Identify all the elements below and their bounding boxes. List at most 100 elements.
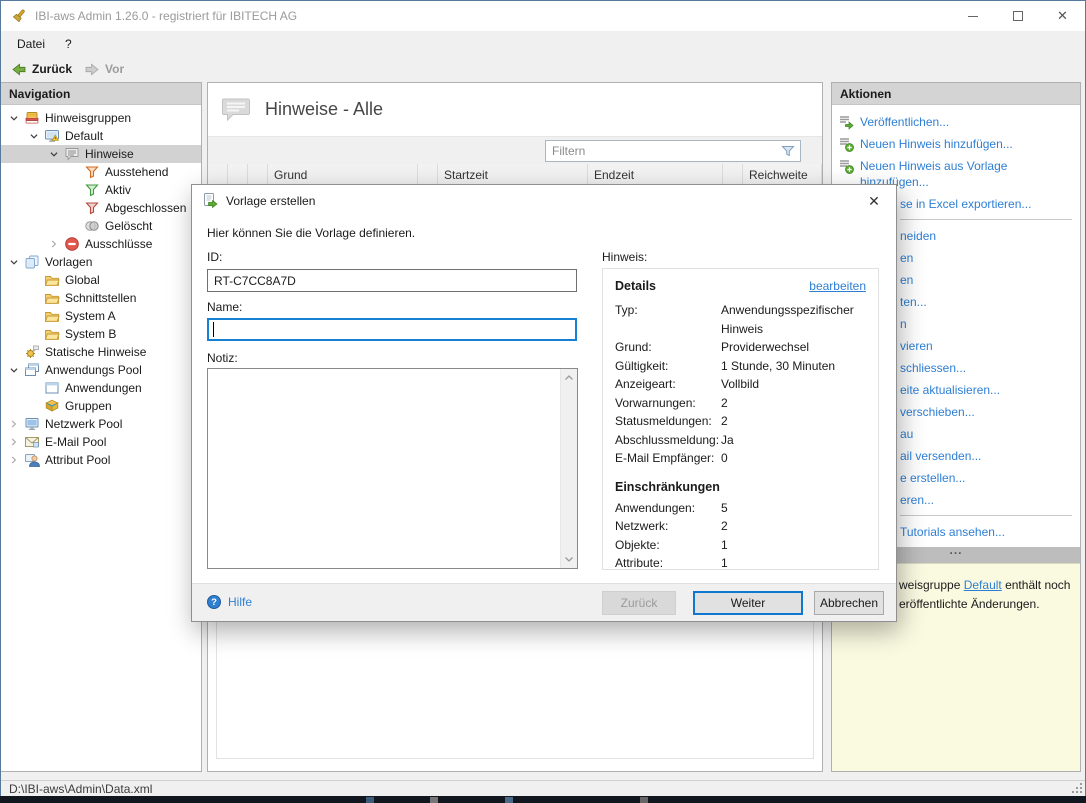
chevron-spacer <box>27 381 41 395</box>
tree-item-gruppen[interactable]: Gruppen <box>1 397 201 415</box>
tree-item-aktiv[interactable]: Aktiv <box>1 181 201 199</box>
action-label: se in Excel exportieren... <box>900 196 1031 212</box>
chevron-spacer <box>67 165 81 179</box>
app-logo-icon <box>11 8 27 24</box>
toolbar: Zurück Vor <box>1 56 1085 82</box>
maximize-icon <box>1013 11 1023 21</box>
minimize-button[interactable] <box>950 1 995 31</box>
tree-item-anwendungs-pool[interactable]: Anwendungs Pool <box>1 361 201 379</box>
tree-item-statische-hinweise[interactable]: Statische Hinweise <box>1 343 201 361</box>
filter-funnel-icon[interactable] <box>780 143 796 159</box>
tree-item-system-b[interactable]: System B <box>1 325 201 343</box>
template-dialog-icon <box>202 192 218 208</box>
monitor-alert-icon <box>44 128 60 144</box>
scroll-up-icon[interactable] <box>561 370 577 386</box>
tree-item-label: Hinweisgruppen <box>43 111 131 125</box>
detail-value: 1 Stunde, 30 Minuten <box>721 357 866 376</box>
notiz-label: Notiz: <box>207 351 238 365</box>
tree-item-anwendungen[interactable]: Anwendungen <box>1 379 201 397</box>
close-button[interactable]: ✕ <box>1040 1 1085 31</box>
chevron-down-icon <box>47 147 61 161</box>
resize-grip-icon[interactable] <box>1071 782 1083 794</box>
tree-item-e-mail-pool[interactable]: E-Mail Pool <box>1 433 201 451</box>
actions-header: Aktionen <box>832 83 1080 105</box>
tree-item-hinweise[interactable]: Hinweise <box>1 145 201 163</box>
tree-item-label: Abgeschlossen <box>103 201 186 215</box>
tree-item-ausstehend[interactable]: Ausstehend <box>1 163 201 181</box>
column-header-empty <box>208 164 228 185</box>
templates-icon <box>24 254 40 270</box>
scroll-down-icon[interactable] <box>561 551 577 567</box>
menu-item-help[interactable]: ? <box>55 33 82 55</box>
tree-item-label: Schnittstellen <box>63 291 136 305</box>
dialog-footer: ? Hilfe Zurück Weiter Abbrechen <box>192 583 896 621</box>
filter-input[interactable] <box>546 142 780 160</box>
table-header-row: Grund StartzeitEndzeit Reichweite <box>208 164 822 186</box>
tree-item-global[interactable]: Global <box>1 271 201 289</box>
titlebar: IBI-aws Admin 1.26.0 - registriert für I… <box>1 1 1085 31</box>
help-label: Hilfe <box>228 595 252 609</box>
action-label: e erstellen... <box>900 470 965 486</box>
tree-item-vorlagen[interactable]: Vorlagen <box>1 253 201 271</box>
tree-item-hinweisgruppen[interactable]: Hinweisgruppen <box>1 109 201 127</box>
taskbar-item <box>366 797 374 803</box>
help-button[interactable]: ? Hilfe <box>206 594 252 610</box>
chevron-down-icon <box>27 129 41 143</box>
minimize-icon <box>968 16 978 17</box>
detail-row: Abschlussmeldung:Ja <box>615 431 866 450</box>
abbrechen-button[interactable]: Abbrechen <box>814 591 884 615</box>
restrictions-rows: Anwendungen:5Netzwerk:2Objekte:1Attribut… <box>615 499 866 571</box>
dialog-close-button[interactable]: ✕ <box>861 190 887 212</box>
maximize-button[interactable] <box>995 1 1040 31</box>
svg-text:?: ? <box>211 597 217 608</box>
restriction-label: Netzwerk: <box>615 517 721 536</box>
detail-label: Abschlussmeldung: <box>615 431 721 450</box>
id-input[interactable] <box>207 269 577 292</box>
chevron-spacer <box>7 345 21 359</box>
hinweis-label: Hinweis: <box>602 250 647 264</box>
column-header-endzeit[interactable]: Endzeit <box>588 164 723 185</box>
vorlage-erstellen-dialog: Vorlage erstellen ✕ Hier können Sie die … <box>191 184 897 622</box>
deleted-icon <box>84 218 100 234</box>
tree-item-schnittstellen[interactable]: Schnittstellen <box>1 289 201 307</box>
tree-item-default[interactable]: Default <box>1 127 201 145</box>
restriction-value: 2 <box>721 517 866 536</box>
action-label: eite aktualisieren... <box>900 382 1000 398</box>
tree-item-label: System B <box>63 327 116 341</box>
tree-item-gel-scht[interactable]: Gelöscht <box>1 217 201 235</box>
back-button[interactable]: Zurück <box>5 59 78 80</box>
menu-item-datei[interactable]: Datei <box>7 33 55 55</box>
actions-separator <box>900 515 1072 516</box>
name-input[interactable] <box>207 318 577 341</box>
action-label: n <box>900 316 907 332</box>
tree-item-system-a[interactable]: System A <box>1 307 201 325</box>
action-neuen-hinweis-hinzuf-gen[interactable]: Neuen Hinweis hinzufügen... <box>832 133 1080 155</box>
action-label: ten... <box>900 294 927 310</box>
forward-arrow-icon <box>84 61 100 78</box>
action-label: vieren <box>900 338 933 354</box>
bearbeiten-link[interactable]: bearbeiten <box>809 279 866 293</box>
back-arrow-icon <box>11 61 27 78</box>
chevron-right-icon <box>7 453 21 467</box>
column-header-startzeit[interactable]: Startzeit <box>438 164 588 185</box>
navigation-tree: HinweisgruppenDefaultHinweiseAusstehendA… <box>1 105 201 469</box>
column-header-reichweite[interactable]: Reichweite <box>743 164 822 185</box>
notiz-textarea[interactable] <box>207 368 578 569</box>
tree-item-attribut-pool[interactable]: Attribut Pool <box>1 451 201 469</box>
chevron-spacer <box>67 219 81 233</box>
action-ver-ffentlichen[interactable]: Veröffentlichen... <box>832 111 1080 133</box>
detail-label: Typ: <box>615 301 721 338</box>
note-line-1: weisgruppe Default enthält noch <box>899 576 1072 595</box>
chevron-spacer <box>27 327 41 341</box>
scrollbar[interactable] <box>560 369 577 568</box>
detail-value: Ja <box>721 431 866 450</box>
action-label: neiden <box>900 228 936 244</box>
column-header-empty <box>723 164 743 185</box>
tree-item-ausschl-sse[interactable]: Ausschlüsse <box>1 235 201 253</box>
tree-item-abgeschlossen[interactable]: Abgeschlossen <box>1 199 201 217</box>
default-group-link[interactable]: Default <box>964 578 1002 592</box>
weiter-button[interactable]: Weiter <box>693 591 803 615</box>
publish-icon <box>838 114 854 130</box>
column-header-grund[interactable]: Grund <box>268 164 418 185</box>
tree-item-netzwerk-pool[interactable]: Netzwerk Pool <box>1 415 201 433</box>
